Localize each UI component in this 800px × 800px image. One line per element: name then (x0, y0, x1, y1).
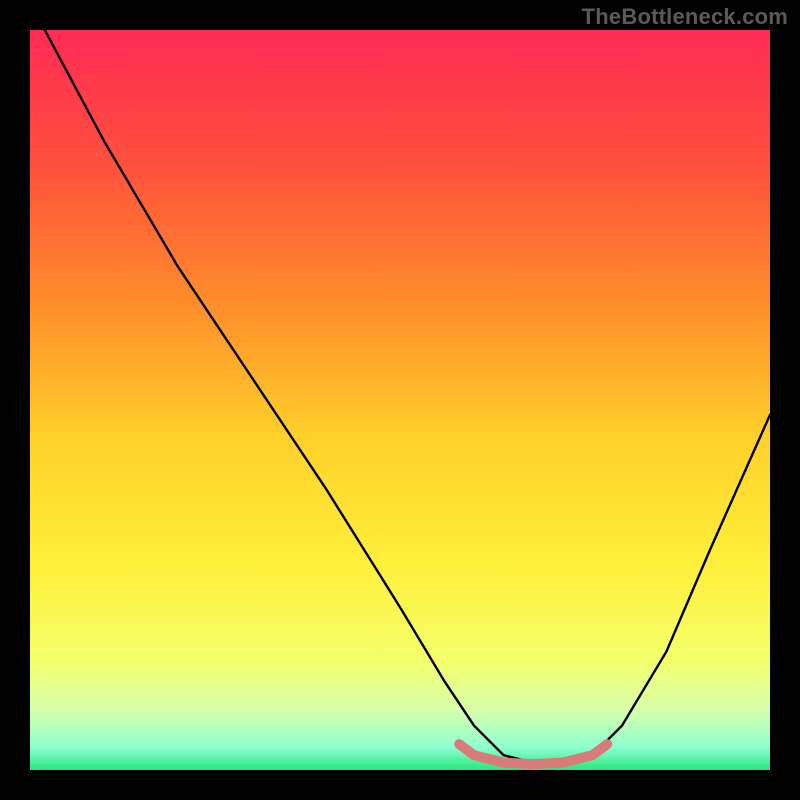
watermark-text: TheBottleneck.com (582, 4, 788, 30)
plot-area (30, 30, 770, 770)
chart-frame: TheBottleneck.com (0, 0, 800, 800)
chart-svg (30, 30, 770, 770)
gradient-background (30, 30, 770, 770)
